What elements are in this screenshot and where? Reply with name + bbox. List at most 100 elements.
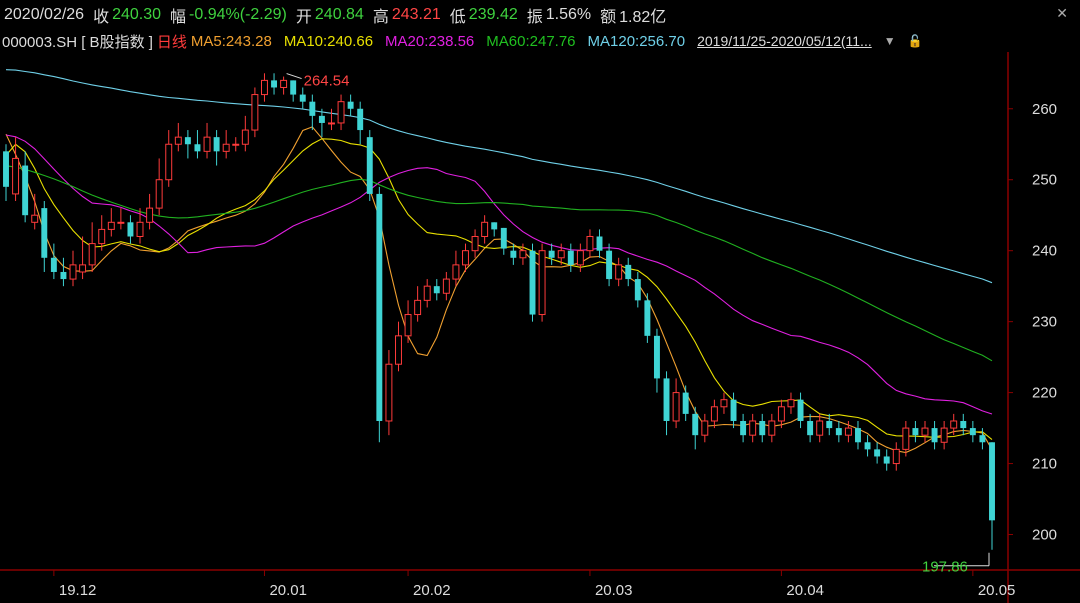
ma20-legend: MA20:238.56 (385, 32, 475, 50)
candle-body-down (529, 250, 536, 315)
x-tick-label: 20.01 (269, 582, 307, 599)
x-tick-label: 20.04 (786, 582, 824, 599)
quote-info-bar: 2020/02/26 收 240.30 幅 -0.94%(-2.29) 开 24… (0, 0, 1080, 30)
y-tick-label: 250 (1032, 172, 1057, 189)
candle-body-down (548, 250, 555, 258)
candle-body-down (979, 435, 986, 443)
candle-body-down (644, 300, 651, 336)
candle-body-down (634, 279, 641, 301)
candle-body-up (481, 221, 489, 237)
close-label: 收 (93, 9, 110, 26)
candle-body-down (730, 399, 737, 421)
candle-body-down (347, 101, 354, 109)
candle-body-down (50, 257, 57, 272)
candle-body-down (41, 208, 48, 258)
amplitude-value: 1.56% (545, 6, 592, 23)
x-tick-label: 19.12 (59, 582, 97, 599)
x-tick-label: 20.02 (413, 582, 451, 599)
candle-body-up (12, 157, 20, 195)
candle-body-up (385, 363, 393, 422)
candle-body-up (328, 122, 335, 125)
candle-body-up (892, 448, 900, 465)
candle-body-down (318, 115, 325, 123)
candle-body-up (404, 314, 412, 337)
candle-body-up (414, 299, 422, 316)
amplitude-label: 振 (526, 9, 543, 26)
candle-body-down (510, 250, 517, 258)
candle-body-down (835, 428, 842, 436)
y-tick-label: 200 (1032, 527, 1057, 544)
period-label[interactable]: 日线 (157, 31, 187, 52)
chevron-down-icon[interactable]: ▼ (884, 34, 896, 48)
candle-body-up (280, 79, 288, 88)
candle-body-up (241, 129, 249, 145)
candle-body-up (672, 392, 680, 422)
amount-value: 1.82亿 (619, 9, 667, 26)
open-value: 240.84 (314, 6, 364, 23)
change-label: 幅 (170, 9, 187, 26)
candlestick-chart[interactable]: 200 210 220 230 240 250 260 19.12 20.01 20.02 20.0… (0, 52, 1080, 603)
quote-date: 2020/02/26 (4, 6, 85, 23)
candle-body-up (816, 420, 824, 436)
x-tick-label: 20.03 (595, 582, 633, 599)
candle-body-down (759, 420, 766, 436)
candle-body-down (299, 94, 306, 102)
candle-body-up (442, 278, 450, 294)
candle-body-down (912, 428, 919, 436)
ma20-line (5, 134, 993, 415)
candle-body-down (376, 193, 383, 421)
candle-body-up (940, 427, 948, 443)
candle-body-down (740, 420, 747, 436)
ma5-legend: MA5:243.28 (190, 32, 272, 50)
candle-body-down (60, 271, 67, 280)
candle-body-down (692, 413, 699, 436)
candle-body-down (366, 137, 373, 194)
candle-body-up (701, 420, 709, 436)
low-annotation-label: 197.86 (922, 559, 968, 576)
ma10-legend: MA10:240.66 (283, 32, 374, 50)
candle-body-down (309, 101, 316, 116)
candle-body-up (69, 264, 77, 280)
low-value: 239.42 (468, 6, 518, 23)
candle-body-down (874, 449, 881, 457)
candle-body-up (452, 264, 460, 280)
candle-body-up (576, 250, 584, 266)
candle-body-up (222, 143, 230, 152)
ma60-legend: MA60:247.76 (486, 32, 576, 50)
candle-body-up (844, 427, 852, 436)
candle-body-down (663, 378, 670, 421)
candle-body-up (165, 143, 173, 181)
candle-body-down (127, 222, 134, 237)
close-icon[interactable]: ✕ (1056, 5, 1068, 22)
candle-body-up (136, 221, 144, 237)
candle-body-up (787, 399, 795, 408)
y-tick-label: 260 (1032, 101, 1057, 118)
low-label: 低 (449, 9, 466, 26)
candle-body-down (357, 108, 364, 131)
candle-body-down (855, 428, 861, 443)
candle-body-down (653, 335, 660, 379)
candle-body-down (596, 236, 603, 251)
open-label: 开 (295, 9, 312, 26)
close-value: 240.30 (112, 6, 162, 23)
candle-body-down (969, 428, 976, 436)
candle-body-down (682, 392, 689, 414)
ma5-line (5, 126, 993, 454)
candle-body-up (155, 179, 163, 209)
amount-label: 额 (600, 9, 617, 26)
high-label: 高 (372, 9, 389, 26)
y-tick-label: 240 (1032, 243, 1057, 260)
candle-body-up (31, 214, 39, 223)
candle-body-up (260, 79, 268, 96)
candle-body-up (462, 250, 469, 266)
lock-icon[interactable]: 🔓 (908, 34, 923, 48)
candle-body-up (203, 136, 211, 152)
candle-body-down (3, 151, 9, 187)
candle-body-up (902, 427, 910, 450)
date-range[interactable]: 2019/11/25-2020/05/12(11... (697, 33, 872, 49)
candle-body-down (864, 442, 871, 450)
candle-body-up (720, 399, 728, 408)
candle-body-down (491, 222, 498, 230)
candle-body-up (174, 136, 182, 145)
candle-body-up (98, 228, 106, 245)
